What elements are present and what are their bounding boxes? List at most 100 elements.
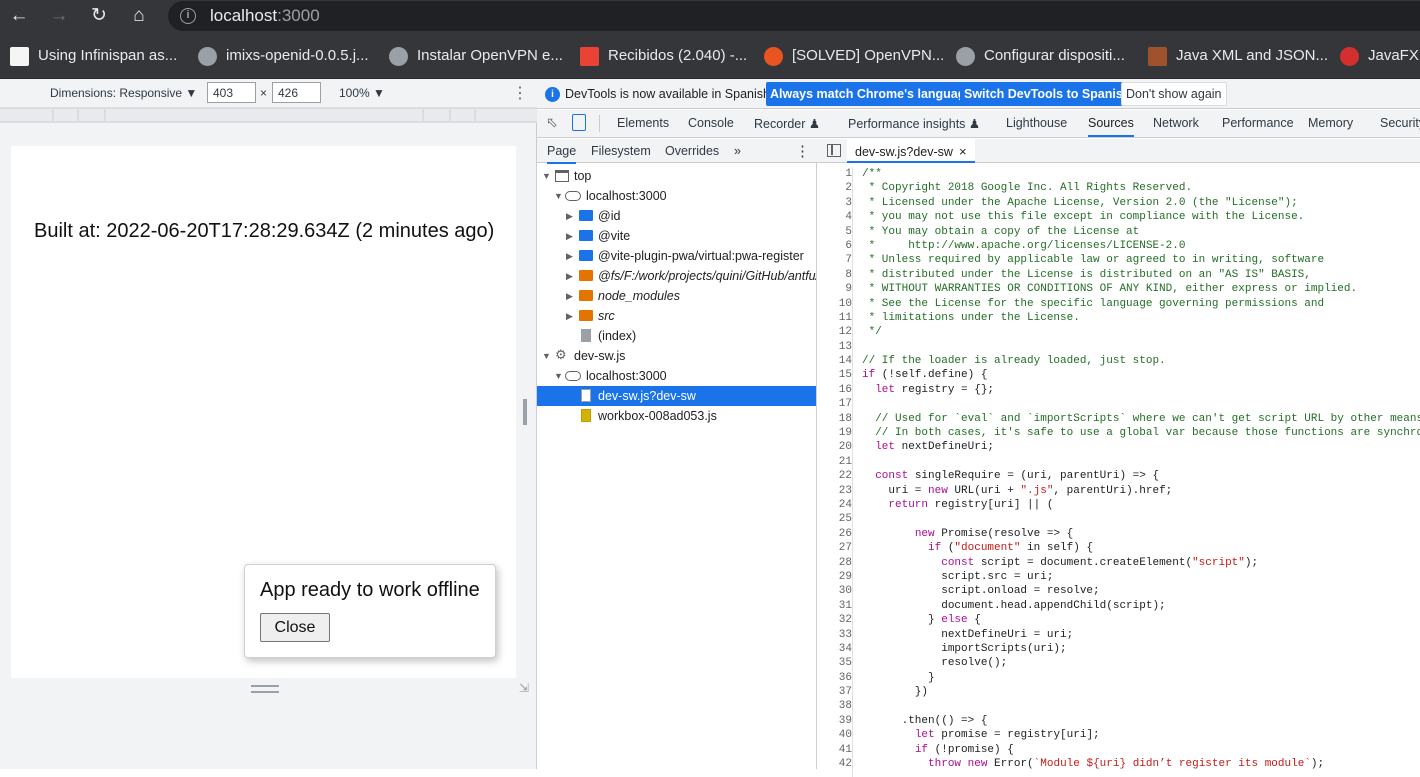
line-number[interactable]: 30 <box>817 584 852 598</box>
tab-performance[interactable]: Performance <box>1222 116 1294 130</box>
line-number[interactable]: 35 <box>817 656 852 670</box>
line-number[interactable]: 37 <box>817 685 852 699</box>
line-number[interactable]: 39 <box>817 714 852 728</box>
line-number[interactable]: 36 <box>817 671 852 685</box>
line-number[interactable]: 12 <box>817 325 852 339</box>
tree-item-worker[interactable]: ▼ ⚙ dev-sw.js <box>537 346 816 366</box>
tree-item-origin[interactable]: ▼ localhost:3000 <box>537 186 816 206</box>
back-arrow-icon[interactable]: ← <box>6 4 32 30</box>
tree-item-top[interactable]: ▼ top <box>537 166 816 186</box>
more-options-icon[interactable]: ⋮ <box>512 83 528 103</box>
url-text[interactable]: localhost:3000 <box>210 6 320 26</box>
line-number[interactable]: 27 <box>817 541 852 555</box>
line-number[interactable]: 9 <box>817 282 852 296</box>
line-number[interactable]: 22 <box>817 469 852 483</box>
forward-arrow-icon[interactable]: → <box>46 4 72 30</box>
tab-lighthouse[interactable]: Lighthouse <box>1006 116 1067 130</box>
tab-elements[interactable]: Elements <box>617 116 669 130</box>
line-number[interactable]: 20 <box>817 440 852 454</box>
bookmark-item[interactable]: Recibidos (2.040) -... <box>580 45 747 67</box>
site-info-icon[interactable]: i <box>180 8 196 24</box>
tree-item-folder[interactable]: ▶ src <box>537 306 816 326</box>
line-number[interactable]: 24 <box>817 498 852 512</box>
tree-item-folder[interactable]: ▶ node_modules <box>537 286 816 306</box>
line-number[interactable]: 26 <box>817 527 852 541</box>
tab-overrides[interactable]: Overrides <box>665 144 719 158</box>
corner-resize-handle[interactable]: ⇲ <box>519 681 529 695</box>
height-input[interactable]: 426 <box>272 82 321 103</box>
tree-item-file[interactable]: workbox-008ad053.js <box>537 406 816 426</box>
bookmark-item[interactable]: JavaFX D <box>1340 45 1420 67</box>
tree-item-file[interactable]: (index) <box>537 326 816 346</box>
home-icon[interactable]: ⌂ <box>126 4 152 30</box>
bookmark-item[interactable]: Configurar dispositi... <box>956 45 1125 67</box>
tree-item-folder[interactable]: ▶ @fs/F:/work/projects/quini/GitHub/antfu… <box>537 266 816 286</box>
dimensions-dropdown[interactable]: Dimensions: Responsive ▼ <box>50 86 197 100</box>
line-number[interactable]: 34 <box>817 642 852 656</box>
toggle-navigator-icon[interactable] <box>827 144 841 157</box>
width-input[interactable]: 403 <box>207 82 256 103</box>
tab-network[interactable]: Network <box>1153 116 1199 130</box>
tree-item-origin[interactable]: ▼ localhost:3000 <box>537 366 816 386</box>
switch-to-spanish-button[interactable]: Switch DevTools to Spanish <box>960 82 1135 106</box>
bookmark-item[interactable]: Java XML and JSON... <box>1148 45 1328 67</box>
reload-icon[interactable]: ↻ <box>86 4 112 30</box>
more-tabs-icon[interactable]: » <box>734 144 741 158</box>
line-number[interactable]: 3 <box>817 196 852 210</box>
tab-filesystem[interactable]: Filesystem <box>591 144 651 158</box>
line-number[interactable]: 10 <box>817 297 852 311</box>
line-number[interactable]: 7 <box>817 253 852 267</box>
line-number[interactable]: 23 <box>817 484 852 498</box>
line-number[interactable]: 18 <box>817 412 852 426</box>
bookmark-item[interactable]: Instalar OpenVPN e... <box>389 45 563 67</box>
line-number[interactable]: 16 <box>817 383 852 397</box>
line-number[interactable]: 8 <box>817 268 852 282</box>
bookmark-item[interactable]: imixs-openid-0.0.5.j... <box>198 45 369 67</box>
line-number[interactable]: 31 <box>817 599 852 613</box>
close-button[interactable]: Close <box>260 613 330 642</box>
close-icon[interactable]: × <box>959 144 967 159</box>
editor-tab[interactable]: dev-sw.js?dev-sw × <box>847 139 975 163</box>
line-number[interactable]: 29 <box>817 570 852 584</box>
tree-item-folder[interactable]: ▶ @vite-plugin-pwa/virtual:pwa-register <box>537 246 816 266</box>
bottom-resize-handle[interactable] <box>251 685 279 693</box>
line-number[interactable]: 25 <box>817 512 852 526</box>
always-match-language-button[interactable]: Always match Chrome's language <box>766 82 977 106</box>
address-bar[interactable]: i localhost:3000 <box>168 1 1420 31</box>
tree-item-folder[interactable]: ▶ @vite <box>537 226 816 246</box>
line-number[interactable]: 13 <box>817 340 852 354</box>
line-number[interactable]: 19 <box>817 426 852 440</box>
tab-console[interactable]: Console <box>688 116 734 130</box>
line-number[interactable]: 6 <box>817 239 852 253</box>
zoom-dropdown[interactable]: 100% ▼ <box>339 86 385 100</box>
line-number[interactable]: 15 <box>817 368 852 382</box>
tab-page[interactable]: Page <box>547 144 577 164</box>
right-resize-handle[interactable] <box>523 399 527 425</box>
inspect-element-icon[interactable]: ⬁ <box>546 114 558 131</box>
line-number[interactable]: 42 <box>817 757 852 771</box>
tab-sources[interactable]: Sources <box>1088 116 1134 137</box>
tree-item-file-selected[interactable]: dev-sw.js?dev-sw <box>537 386 816 406</box>
line-number[interactable]: 17 <box>817 397 852 411</box>
line-number[interactable]: 33 <box>817 628 852 642</box>
line-number[interactable]: 1 <box>817 167 852 181</box>
tab-performance-insights[interactable]: Performance insights ♟ <box>848 116 980 131</box>
line-number[interactable]: 38 <box>817 699 852 713</box>
line-number[interactable]: 41 <box>817 743 852 757</box>
tab-memory[interactable]: Memory <box>1308 116 1353 130</box>
dont-show-again-button[interactable]: Don't show again <box>1121 82 1227 106</box>
bookmark-item[interactable]: Using Infinispan as... <box>10 45 177 67</box>
line-number[interactable]: 28 <box>817 556 852 570</box>
line-number[interactable]: 40 <box>817 728 852 742</box>
media-query-ruler[interactable] <box>0 107 537 123</box>
line-number[interactable]: 5 <box>817 225 852 239</box>
bookmark-item[interactable]: [SOLVED] OpenVPN... <box>764 45 944 67</box>
code-area[interactable]: 1 2 3 4 5 6 7 8 9 10 11 12 13 14 15 16 17 18 19 20 21 22 23 24 2… <box>817 165 1420 777</box>
tab-security[interactable]: Security <box>1380 116 1420 130</box>
tab-recorder[interactable]: Recorder ♟ <box>754 116 820 131</box>
line-number[interactable]: 2 <box>817 181 852 195</box>
line-number[interactable]: 21 <box>817 455 852 469</box>
line-number[interactable]: 4 <box>817 210 852 224</box>
line-number[interactable]: 32 <box>817 613 852 627</box>
more-options-icon[interactable]: ⋮ <box>795 142 810 160</box>
